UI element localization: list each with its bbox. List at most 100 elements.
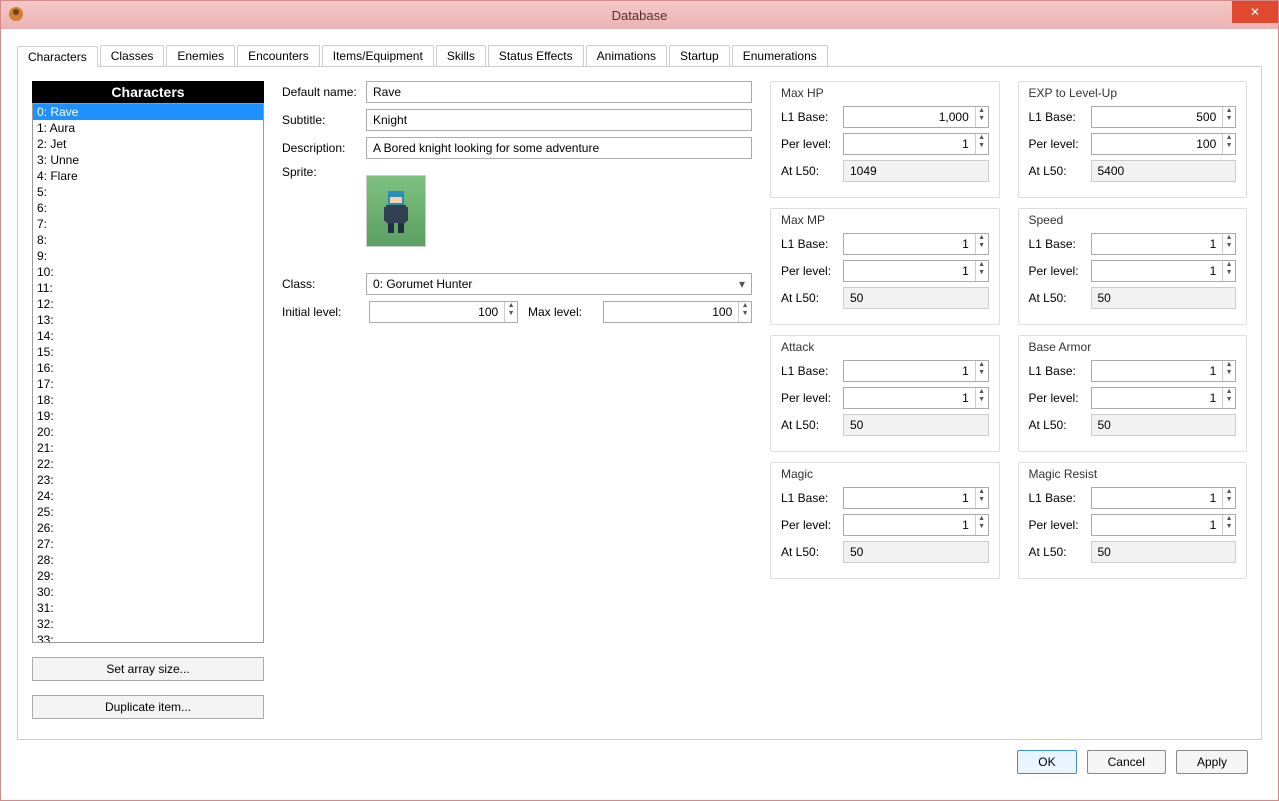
spin-down-icon[interactable]: ▼ <box>505 310 517 318</box>
spin-down-icon[interactable]: ▼ <box>1223 269 1235 277</box>
list-item[interactable]: 5: <box>33 184 263 200</box>
max-level-input[interactable] <box>604 302 738 322</box>
sprite-preview[interactable] <box>366 175 426 247</box>
description-input[interactable] <box>366 137 752 159</box>
tab-encounters[interactable]: Encounters <box>237 45 320 66</box>
spin-down-icon[interactable]: ▼ <box>976 115 988 123</box>
tab-enemies[interactable]: Enemies <box>166 45 235 66</box>
spin-down-icon[interactable]: ▼ <box>739 310 751 318</box>
spin-down-icon[interactable]: ▼ <box>976 242 988 250</box>
tab-enumerations[interactable]: Enumerations <box>732 45 828 66</box>
spin-down-icon[interactable]: ▼ <box>976 142 988 150</box>
list-item[interactable]: 3: Unne <box>33 152 263 168</box>
spin-up-icon[interactable]: ▲ <box>976 488 988 496</box>
per-level-spinner[interactable]: ▲▼ <box>1091 387 1237 409</box>
l1-base-spinner[interactable]: ▲▼ <box>843 487 989 509</box>
l1-base-spinner[interactable]: ▲▼ <box>1091 360 1237 382</box>
list-item[interactable]: 12: <box>33 296 263 312</box>
l1-base-spinner[interactable]: ▲▼ <box>1091 233 1237 255</box>
per-level-spinner[interactable]: ▲▼ <box>843 260 989 282</box>
list-item[interactable]: 27: <box>33 536 263 552</box>
per-level-input[interactable] <box>1092 134 1223 154</box>
per-level-spinner[interactable]: ▲▼ <box>843 133 989 155</box>
apply-button[interactable]: Apply <box>1176 750 1248 774</box>
list-item[interactable]: 21: <box>33 440 263 456</box>
list-item[interactable]: 8: <box>33 232 263 248</box>
spin-up-icon[interactable]: ▲ <box>1223 261 1235 269</box>
spin-down-icon[interactable]: ▼ <box>976 523 988 531</box>
spin-down-icon[interactable]: ▼ <box>1223 496 1235 504</box>
list-item[interactable]: 17: <box>33 376 263 392</box>
spin-up-icon[interactable]: ▲ <box>505 302 517 310</box>
per-level-spinner[interactable]: ▲▼ <box>1091 514 1237 536</box>
spin-up-icon[interactable]: ▲ <box>1223 361 1235 369</box>
per-level-input[interactable] <box>1092 388 1223 408</box>
l1-base-spinner[interactable]: ▲▼ <box>843 106 989 128</box>
per-level-input[interactable] <box>844 515 975 535</box>
spin-down-icon[interactable]: ▼ <box>1223 369 1235 377</box>
list-item[interactable]: 4: Flare <box>33 168 263 184</box>
list-item[interactable]: 33: <box>33 632 263 643</box>
spin-up-icon[interactable]: ▲ <box>1223 134 1235 142</box>
class-combobox[interactable]: 0: Gorumet Hunter <box>366 273 752 295</box>
per-level-input[interactable] <box>1092 515 1223 535</box>
tab-skills[interactable]: Skills <box>436 45 486 66</box>
list-item[interactable]: 24: <box>33 488 263 504</box>
spin-up-icon[interactable]: ▲ <box>739 302 751 310</box>
spin-up-icon[interactable]: ▲ <box>976 361 988 369</box>
per-level-spinner[interactable]: ▲▼ <box>843 387 989 409</box>
list-item[interactable]: 31: <box>33 600 263 616</box>
character-listbox[interactable]: 0: Rave1: Aura2: Jet3: Unne4: Flare5:6:7… <box>32 103 264 643</box>
cancel-button[interactable]: Cancel <box>1087 750 1166 774</box>
list-item[interactable]: 28: <box>33 552 263 568</box>
duplicate-item-button[interactable]: Duplicate item... <box>32 695 264 719</box>
l1-base-input[interactable] <box>844 361 975 381</box>
spin-up-icon[interactable]: ▲ <box>1223 515 1235 523</box>
l1-base-input[interactable] <box>1092 488 1223 508</box>
spin-down-icon[interactable]: ▼ <box>1223 523 1235 531</box>
spin-up-icon[interactable]: ▲ <box>976 134 988 142</box>
list-item[interactable]: 22: <box>33 456 263 472</box>
per-level-spinner[interactable]: ▲▼ <box>1091 133 1237 155</box>
list-item[interactable]: 16: <box>33 360 263 376</box>
l1-base-input[interactable] <box>844 234 975 254</box>
l1-base-input[interactable] <box>1092 234 1223 254</box>
tab-startup[interactable]: Startup <box>669 45 730 66</box>
tab-status-effects[interactable]: Status Effects <box>488 45 584 66</box>
spin-up-icon[interactable]: ▲ <box>1223 234 1235 242</box>
tab-classes[interactable]: Classes <box>100 45 165 66</box>
list-item[interactable]: 20: <box>33 424 263 440</box>
list-item[interactable]: 1: Aura <box>33 120 263 136</box>
per-level-input[interactable] <box>844 261 975 281</box>
per-level-spinner[interactable]: ▲▼ <box>1091 260 1237 282</box>
l1-base-spinner[interactable]: ▲▼ <box>1091 106 1237 128</box>
spin-down-icon[interactable]: ▼ <box>1223 242 1235 250</box>
spin-down-icon[interactable]: ▼ <box>1223 142 1235 150</box>
ok-button[interactable]: OK <box>1017 750 1076 774</box>
spin-down-icon[interactable]: ▼ <box>976 269 988 277</box>
spin-up-icon[interactable]: ▲ <box>1223 107 1235 115</box>
initial-level-input[interactable] <box>370 302 504 322</box>
tab-characters[interactable]: Characters <box>17 46 98 67</box>
list-item[interactable]: 18: <box>33 392 263 408</box>
spin-down-icon[interactable]: ▼ <box>1223 396 1235 404</box>
spin-down-icon[interactable]: ▼ <box>976 496 988 504</box>
set-array-size-button[interactable]: Set array size... <box>32 657 264 681</box>
spin-down-icon[interactable]: ▼ <box>1223 115 1235 123</box>
list-item[interactable]: 13: <box>33 312 263 328</box>
list-item[interactable]: 25: <box>33 504 263 520</box>
per-level-input[interactable] <box>844 134 975 154</box>
l1-base-input[interactable] <box>1092 361 1223 381</box>
list-item[interactable]: 29: <box>33 568 263 584</box>
l1-base-input[interactable] <box>844 488 975 508</box>
list-item[interactable]: 2: Jet <box>33 136 263 152</box>
list-item[interactable]: 6: <box>33 200 263 216</box>
spin-up-icon[interactable]: ▲ <box>976 515 988 523</box>
tab-animations[interactable]: Animations <box>586 45 667 66</box>
list-item[interactable]: 23: <box>33 472 263 488</box>
list-item[interactable]: 0: Rave <box>33 104 263 120</box>
list-item[interactable]: 7: <box>33 216 263 232</box>
spin-up-icon[interactable]: ▲ <box>1223 388 1235 396</box>
list-item[interactable]: 26: <box>33 520 263 536</box>
list-item[interactable]: 15: <box>33 344 263 360</box>
